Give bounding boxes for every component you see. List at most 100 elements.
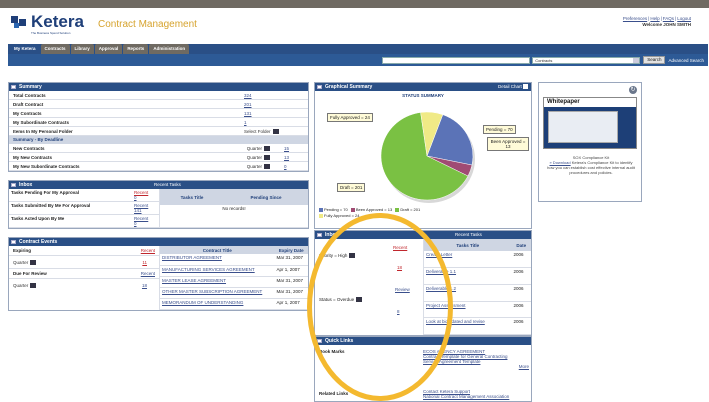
tab-library[interactable]: Library bbox=[70, 44, 94, 54]
deadline-count[interactable]: 0 bbox=[284, 164, 304, 169]
recent-link[interactable]: Recent bbox=[393, 245, 407, 250]
expiry-date: Mar 31, 2007 bbox=[274, 254, 308, 266]
legend-swatch bbox=[395, 207, 400, 212]
summary-value[interactable]: 1 bbox=[244, 120, 304, 125]
tab-my-ketera[interactable]: My Ketera bbox=[10, 44, 40, 54]
table-row: DISTRIBUTOR AGREEMENT Mar 31, 2007 bbox=[159, 254, 308, 266]
period-value: Quarter bbox=[246, 163, 262, 169]
period-value: Quarter bbox=[13, 283, 29, 288]
summary-value[interactable]: 324 bbox=[244, 93, 304, 98]
collapse-icon[interactable] bbox=[11, 240, 16, 244]
period-select[interactable]: Quarter bbox=[246, 163, 270, 169]
period-select[interactable]: Quarter bbox=[246, 145, 270, 151]
contract-title[interactable]: DISTRIBUTOR AGREEMENT bbox=[159, 254, 275, 266]
recent-link[interactable]: Recent bbox=[141, 248, 155, 253]
whitepaper-cover-image[interactable]: Whitepaper bbox=[543, 97, 637, 149]
column-header: Pending Since bbox=[224, 189, 308, 206]
inbox-panel: Inbox Recent Tasks Tasks Pending For My A… bbox=[8, 180, 309, 229]
tab-administration[interactable]: Administration bbox=[149, 44, 190, 54]
task-title[interactable]: Look at bids dated and revise bbox=[423, 317, 512, 335]
search-scope-select[interactable]: Contracts bbox=[532, 56, 641, 64]
app-window: Ketera The Business Spend Solution Contr… bbox=[0, 0, 709, 402]
search-input[interactable] bbox=[382, 56, 531, 64]
collapse-icon[interactable] bbox=[317, 339, 322, 343]
summary-panel: Summary Total Contracts 324 Draft Contrac… bbox=[8, 82, 309, 172]
inbox-priority-panel: Inbox Recent Tasks Recent Priority = High… bbox=[314, 230, 532, 336]
contract-title[interactable]: OTHER MASTER SUBSCRIPTION AGREEMENT bbox=[159, 287, 275, 299]
collapse-icon[interactable] bbox=[11, 85, 16, 89]
search-button[interactable]: Search bbox=[643, 56, 666, 64]
task-title[interactable]: Deliverable 1.2 bbox=[423, 284, 512, 302]
task-title[interactable]: Project Assessment bbox=[423, 301, 512, 319]
detail-chart-link[interactable]: Detail Chart bbox=[498, 83, 528, 91]
advanced-search-link[interactable]: Advanced Search bbox=[668, 58, 704, 63]
whitepaper-panel: ↻ Whitepaper SOX Compliance Kit » Downlo… bbox=[538, 82, 642, 202]
column-header: Contract Title bbox=[159, 246, 275, 254]
review-count[interactable]: 18 bbox=[142, 283, 147, 288]
search-scope-value: Contracts bbox=[535, 57, 553, 63]
task-date: 2006 bbox=[511, 267, 531, 285]
expiring-count[interactable]: 11 bbox=[142, 260, 147, 265]
legend-swatch bbox=[319, 207, 323, 212]
recent-link[interactable]: Recent bbox=[141, 271, 155, 276]
column-header: Tasks Title bbox=[423, 239, 512, 252]
inbox-count[interactable]: 0 bbox=[134, 195, 137, 200]
legend-item: Fully Approved = 24 bbox=[319, 213, 359, 218]
detail-chart-label: Detail Chart bbox=[497, 84, 522, 89]
welcome-text: Welcome JOHN SMITH bbox=[642, 22, 691, 27]
related-link[interactable]: National Contract Management Association bbox=[423, 394, 529, 399]
contract-title[interactable]: MEMORANDUM OF UNDERSTANDING bbox=[159, 298, 275, 310]
period-value: Quarter bbox=[246, 145, 262, 151]
left-column: Summary Total Contracts 324 Draft Contrac… bbox=[8, 82, 309, 311]
legend-label: Draft = 201 bbox=[400, 207, 421, 212]
status-select[interactable]: Status = Overdue bbox=[319, 297, 363, 302]
callout-draft: Draft = 201 bbox=[337, 183, 366, 192]
search-bar: Contracts Search Advanced Search bbox=[8, 54, 708, 66]
period-select[interactable]: Quarter bbox=[247, 154, 270, 160]
overdue-count[interactable]: 8 bbox=[397, 309, 400, 314]
collapse-icon[interactable] bbox=[317, 85, 322, 89]
inbox-label: Tasks Pending For My Approval bbox=[9, 189, 132, 202]
help-link[interactable]: Help bbox=[650, 16, 659, 21]
inbox-label: Tasks Acted Upon By Me bbox=[9, 214, 132, 228]
whitepaper-header: Whitepaper bbox=[544, 98, 636, 107]
summary-value[interactable]: 131 bbox=[244, 111, 304, 116]
logo-text: Ketera bbox=[31, 12, 84, 31]
expiring-label: Expiring bbox=[13, 248, 32, 253]
column-header: Expiry Date bbox=[274, 246, 308, 254]
deadline-count[interactable]: 15 bbox=[284, 146, 304, 151]
inbox-count[interactable]: 0 bbox=[134, 221, 137, 226]
deadline-row: My New Contracts Quarter 13 bbox=[9, 153, 308, 162]
tab-approval[interactable]: Approval bbox=[94, 44, 123, 54]
faqs-link[interactable]: FAQs bbox=[663, 16, 674, 21]
inbox-priority-title: Inbox bbox=[325, 232, 339, 238]
priority-value: Priority = High bbox=[319, 253, 348, 258]
deadline-label: New Contracts bbox=[13, 145, 45, 151]
more-link[interactable]: More bbox=[423, 364, 529, 369]
summary-title: Summary bbox=[19, 84, 42, 90]
folder-select[interactable]: Select Folder bbox=[244, 128, 304, 134]
summary-value[interactable]: 201 bbox=[244, 102, 304, 107]
deadline-count[interactable]: 13 bbox=[284, 155, 304, 160]
tab-reports[interactable]: Reports bbox=[123, 44, 149, 54]
collapse-icon[interactable] bbox=[317, 233, 322, 237]
tab-contracts[interactable]: Contracts bbox=[40, 44, 70, 54]
refresh-icon[interactable]: ↻ bbox=[629, 86, 637, 94]
period-select[interactable]: Quarter bbox=[13, 259, 37, 265]
collapse-icon[interactable] bbox=[11, 183, 16, 187]
contract-title[interactable]: MASTER LEASE AGREEMENT bbox=[159, 276, 275, 288]
priority-select[interactable]: Priority = High bbox=[319, 253, 356, 258]
review-link[interactable]: Review bbox=[395, 287, 410, 292]
recent-tasks-title: Recent Tasks bbox=[154, 182, 181, 187]
summary-label: My Contracts bbox=[13, 110, 42, 116]
preferences-link[interactable]: Preferences bbox=[623, 16, 647, 21]
inbox-count[interactable]: 141 bbox=[134, 208, 142, 213]
logout-link[interactable]: Logout bbox=[677, 16, 691, 21]
task-title[interactable]: Create Letter bbox=[423, 251, 512, 269]
period-select[interactable]: Quarter bbox=[13, 283, 37, 288]
table-row: Look at bids dated and revise 2006 bbox=[423, 317, 531, 335]
chart-legend: Pending = 70 Been Approved = 13 Draft = … bbox=[319, 207, 420, 219]
contract-title[interactable]: MANUFACTURING SERVICES AGREEMENT bbox=[159, 265, 275, 277]
task-title[interactable]: Deliverable 1.1 bbox=[423, 267, 512, 285]
priority-count[interactable]: 18 bbox=[397, 265, 402, 270]
